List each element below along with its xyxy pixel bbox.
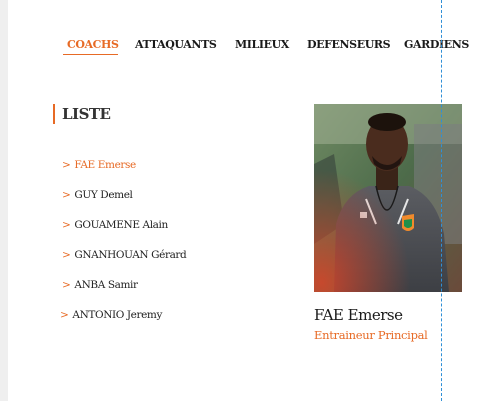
list-item-anba-samir[interactable]: > ANBA Samir xyxy=(62,279,138,291)
chevron-right-icon: > xyxy=(62,159,71,171)
list-item-guy-demel[interactable]: > GUY Demel xyxy=(62,189,133,201)
chevron-right-icon: > xyxy=(62,189,71,201)
list-item-antonio-jeremy[interactable]: > ANTONIO Jeremy xyxy=(60,309,162,321)
chevron-right-icon: > xyxy=(62,249,71,261)
chevron-right-icon: > xyxy=(62,279,71,291)
list-item-label: ANTONIO Jeremy xyxy=(72,309,163,321)
list-item-fae-emerse[interactable]: > FAE Emerse xyxy=(62,159,136,171)
list-item-label: GOUAMENE Alain xyxy=(74,219,168,231)
list-item-label: FAE Emerse xyxy=(74,159,136,171)
tab-defenseurs[interactable]: DEFENSEURS xyxy=(307,38,391,51)
dashed-guide-line xyxy=(441,0,442,401)
list-title: LISTE xyxy=(53,104,111,124)
list-item-gouamene-alain[interactable]: > GOUAMENE Alain xyxy=(62,219,168,231)
coach-photo xyxy=(314,104,462,292)
list-item-label: GUY Demel xyxy=(74,189,133,201)
coach-name: FAE Emerse xyxy=(314,306,403,324)
active-tab-underline xyxy=(63,54,118,55)
chevron-right-icon: > xyxy=(62,219,71,231)
list-item-gnanhouan-gerard[interactable]: > GNANHOUAN Gérard xyxy=(62,249,187,261)
tab-milieux[interactable]: MILIEUX xyxy=(235,38,289,51)
tab-attaquants[interactable]: ATTAQUANTS xyxy=(135,38,217,51)
tab-coachs[interactable]: COACHS xyxy=(67,38,119,51)
list-item-label: ANBA Samir xyxy=(74,279,138,291)
category-tabs: COACHS ATTAQUANTS MILIEUX DEFENSEURS GAR… xyxy=(0,38,499,58)
list-item-label: GNANHOUAN Gérard xyxy=(74,249,187,261)
coach-role: Entraineur Principal xyxy=(314,328,428,342)
tab-gardiens[interactable]: GARDIENS xyxy=(404,38,469,51)
chevron-right-icon: > xyxy=(60,309,69,321)
left-edge-strip xyxy=(0,0,8,401)
